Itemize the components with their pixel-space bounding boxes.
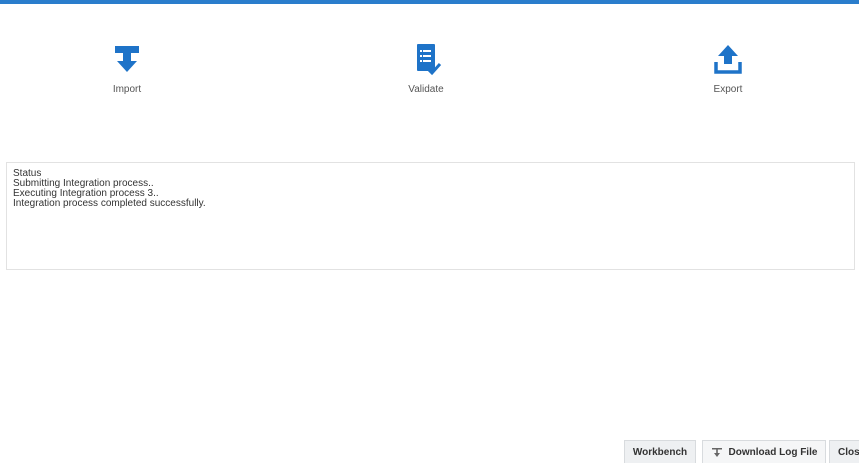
- import-icon[interactable]: [109, 42, 145, 78]
- export-label: Export: [713, 84, 743, 95]
- close-button[interactable]: Clos: [829, 440, 859, 463]
- top-accent-bar: [0, 0, 859, 4]
- download-label: Download Log File: [728, 446, 818, 458]
- validate-icon[interactable]: [408, 42, 444, 78]
- status-panel: Status Submitting Integration process.. …: [6, 162, 855, 270]
- download-log-file-button[interactable]: Download Log File: [702, 440, 826, 463]
- download-icon: [711, 447, 722, 457]
- status-line: Integration process completed successful…: [13, 198, 206, 209]
- import-action[interactable]: Import: [57, 42, 197, 95]
- workbench-label: Workbench: [632, 446, 688, 458]
- export-action[interactable]: Export: [658, 42, 798, 95]
- close-label: Clos: [838, 446, 859, 458]
- validate-action[interactable]: Validate: [356, 42, 496, 95]
- import-label: Import: [112, 84, 142, 95]
- workbench-button[interactable]: Workbench: [624, 440, 696, 463]
- validate-label: Validate: [408, 84, 444, 95]
- export-icon[interactable]: [710, 42, 746, 78]
